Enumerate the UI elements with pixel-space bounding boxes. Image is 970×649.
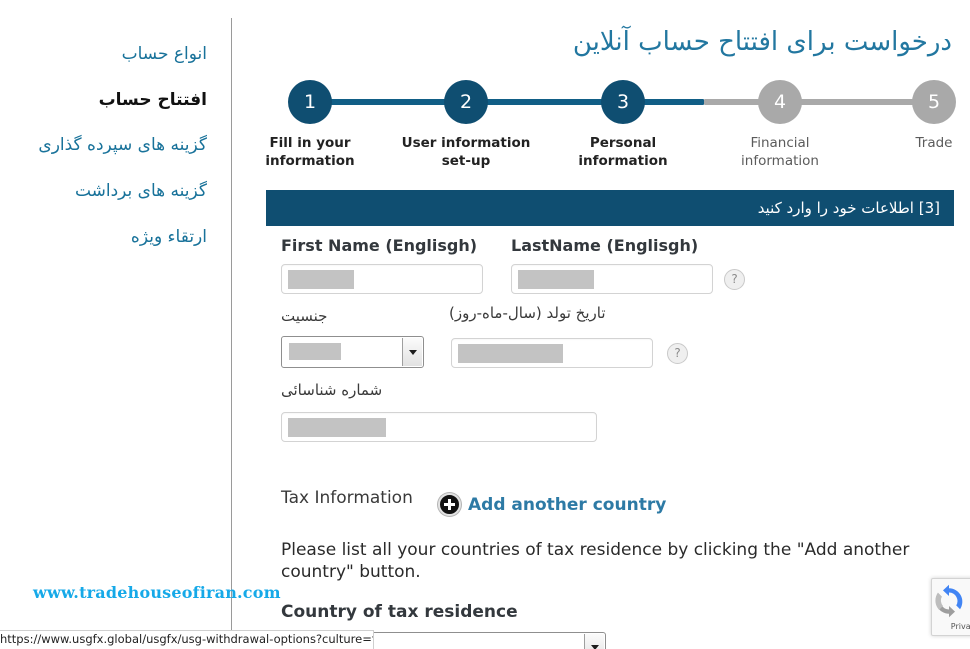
page-title: درخواست برای افتتاح حساب آنلاین	[572, 27, 952, 57]
last-name-input[interactable]	[511, 264, 713, 294]
add-another-country-label: Add another country	[468, 494, 667, 515]
step-2-label: User information set-up	[401, 135, 531, 169]
sidebar-item-deposit-options[interactable]: گزینه های سپرده گذاری	[38, 135, 207, 155]
step-5-circle[interactable]: 5	[912, 80, 956, 124]
last-name-help-icon[interactable]: ?	[724, 269, 745, 290]
sidebar-item-account-types[interactable]: انواع حساب	[122, 44, 207, 64]
id-number-redaction	[288, 418, 386, 437]
browser-page: انواع حساب افتتاح حساب گزینه های سپرده گ…	[0, 0, 970, 649]
dob-label: تاریخ تولد (سال-ماه-روز)	[449, 304, 606, 322]
recaptcha-badge[interactable]: Privacy -	[931, 578, 970, 636]
step-3[interactable]: 3 Personal information	[558, 80, 688, 171]
recaptcha-icon	[935, 584, 963, 618]
section-header-bar: [3] اطلاعات خود را وارد کنید	[266, 190, 954, 226]
sidebar-item-withdrawal-options[interactable]: گزینه های برداشت	[75, 181, 207, 201]
dob-redaction	[458, 344, 563, 363]
step-1-label: Fill in your information	[265, 135, 355, 169]
main-content: درخواست برای افتتاح حساب آنلاین 1 Fill i…	[231, 0, 970, 649]
country-of-tax-residence-label: Country of tax residence	[281, 602, 518, 622]
recaptcha-privacy-label[interactable]: Privacy -	[932, 622, 970, 632]
sidebar: انواع حساب افتتاح حساب گزینه های سپرده گ…	[0, 0, 231, 649]
plus-circle-icon	[438, 493, 461, 516]
step-2-circle[interactable]: 2	[444, 80, 488, 124]
step-1-circle[interactable]: 1	[288, 80, 332, 124]
step-5-label: Trade	[915, 135, 953, 151]
step-4-circle[interactable]: 4	[758, 80, 802, 124]
country-select-arrow-button[interactable]	[584, 634, 604, 649]
id-number-input[interactable]	[281, 412, 597, 442]
first-name-label: First Name (Englisgh)	[281, 236, 478, 255]
gender-select[interactable]	[281, 336, 424, 368]
step-3-circle[interactable]: 3	[601, 80, 645, 124]
last-name-redaction	[518, 270, 594, 289]
browser-status-bar-url: https://www.usgfx.global/usgfx/usg-withd…	[0, 630, 374, 649]
gender-label: جنسیت	[281, 307, 328, 325]
step-1[interactable]: 1 Fill in your information	[245, 80, 375, 171]
chevron-down-icon	[590, 644, 599, 649]
sidebar-item-special-upgrade[interactable]: ارتقاء ویژه	[131, 227, 207, 247]
gender-redaction	[289, 343, 341, 360]
add-another-country-button[interactable]: Add another country	[438, 493, 666, 516]
step-4-label: Financial information	[741, 135, 819, 169]
gender-select-arrow-button[interactable]	[402, 338, 422, 366]
first-name-input[interactable]	[281, 264, 483, 294]
step-2[interactable]: 2 User information set-up	[401, 80, 531, 171]
tax-information-heading: Tax Information	[281, 488, 413, 508]
progress-stepper: 1 Fill in your information 2 User inform…	[231, 80, 970, 172]
last-name-label: LastName (Englisgh)	[511, 236, 699, 255]
sidebar-item-open-account[interactable]: افتتاح حساب	[99, 90, 207, 110]
dob-input[interactable]	[451, 338, 653, 368]
tax-residence-instruction: Please list all your countries of tax re…	[281, 540, 910, 583]
dob-help-icon[interactable]: ?	[667, 343, 688, 364]
chevron-down-icon	[408, 349, 417, 355]
first-name-redaction	[288, 270, 354, 289]
id-number-label: شماره شناسائی	[281, 381, 383, 399]
step-3-label: Personal information	[578, 135, 668, 169]
step-5[interactable]: 5 Trade	[869, 80, 970, 153]
step-4[interactable]: 4 Financial information	[715, 80, 845, 171]
